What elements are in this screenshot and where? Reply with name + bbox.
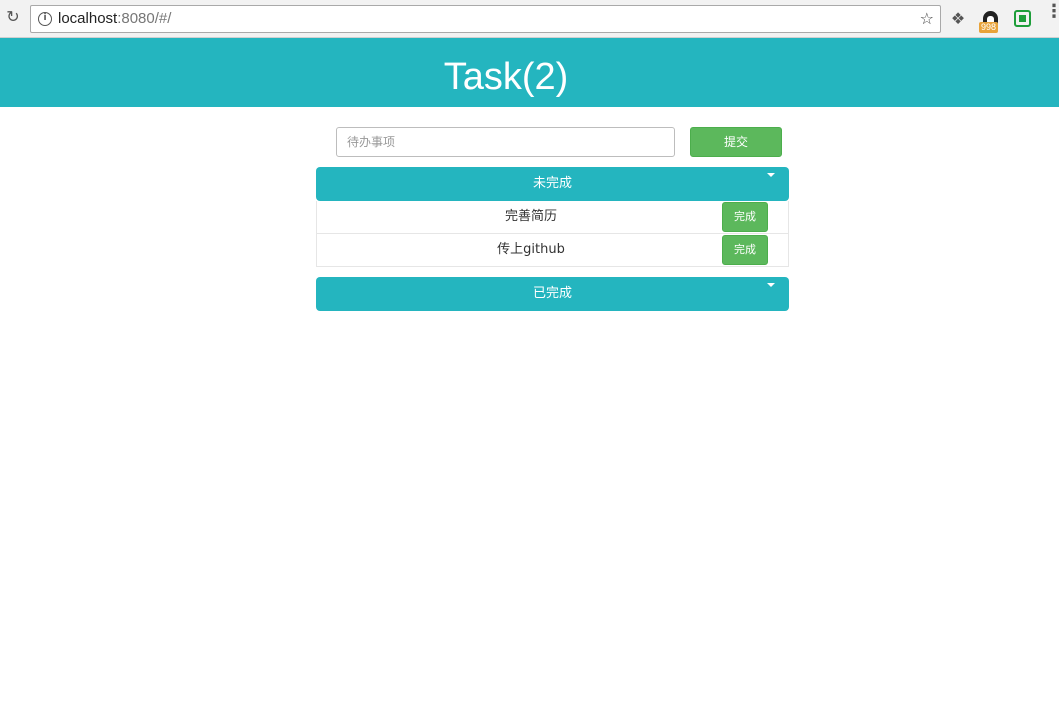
task-text: 完善简历	[504, 209, 557, 224]
list-item: 传上github 完成	[316, 234, 789, 267]
extension-green-icon[interactable]	[1014, 10, 1031, 27]
complete-button[interactable]: 完成	[722, 202, 768, 232]
extension-badge: 998	[979, 22, 999, 33]
submit-button[interactable]: 提交	[690, 127, 782, 157]
completed-panel-title: 已完成	[532, 286, 572, 301]
browser-menu-icon[interactable]: ⋮	[1045, 3, 1059, 28]
extensions-puzzle-icon[interactable]: ❖	[948, 9, 968, 29]
pending-panel-header[interactable]: 未完成	[316, 167, 789, 201]
app-header: Task(2)	[0, 38, 1059, 107]
pending-list: 完善简历 完成 传上github 完成	[316, 201, 789, 267]
list-item: 完善简历 完成	[316, 201, 789, 234]
todo-input[interactable]	[336, 127, 675, 157]
bookmark-star-icon[interactable]: ☆	[920, 9, 934, 28]
complete-button[interactable]: 完成	[722, 235, 768, 265]
caret-down-icon[interactable]	[767, 173, 775, 177]
url-path: :8080/#/	[117, 10, 172, 27]
reload-icon[interactable]: ↻	[4, 8, 22, 26]
url-text: localhost:8080/#/	[58, 10, 171, 27]
completed-panel-header[interactable]: 已完成	[316, 277, 789, 311]
task-text: 传上github	[497, 242, 565, 257]
address-bar[interactable]: i localhost:8080/#/ ☆	[30, 5, 941, 33]
caret-down-icon[interactable]	[767, 283, 775, 287]
page-title: Task(2)	[443, 56, 569, 98]
url-host: localhost	[58, 10, 118, 27]
browser-toolbar: ↻ i localhost:8080/#/ ☆ ❖ 998 ⋮	[0, 0, 1059, 38]
pending-panel-title: 未完成	[532, 176, 572, 191]
info-icon[interactable]: i	[38, 12, 52, 26]
